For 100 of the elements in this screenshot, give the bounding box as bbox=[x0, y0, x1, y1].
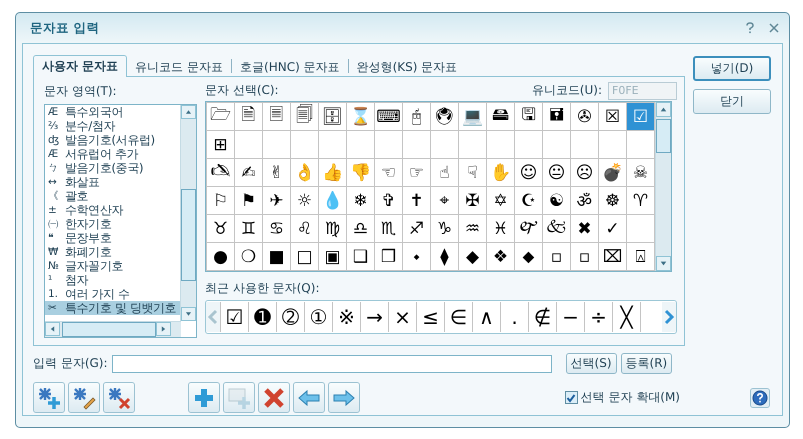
symbol-cell[interactable]: ⬩ bbox=[403, 243, 431, 271]
symbol-cell[interactable]: ✡ bbox=[487, 187, 515, 215]
input-field[interactable] bbox=[112, 354, 552, 372]
symbol-cell[interactable]: ❒ bbox=[375, 243, 403, 271]
scroll-down-icon[interactable] bbox=[656, 256, 671, 271]
symbol-cell[interactable]: ◆ bbox=[459, 243, 487, 271]
symbol-cell[interactable]: ✓ bbox=[599, 215, 627, 243]
symbol-cell[interactable]: ■ bbox=[263, 243, 291, 271]
symbol-cell[interactable]: ☪ bbox=[515, 187, 543, 215]
symbol-cell[interactable] bbox=[375, 131, 403, 159]
symbol-cell[interactable]: ✈ bbox=[263, 187, 291, 215]
category-item[interactable]: ± 수학연산자 bbox=[45, 203, 180, 217]
move-right-button[interactable] bbox=[328, 382, 360, 413]
category-item[interactable]: ₩ 화폐기호 bbox=[45, 245, 180, 259]
symbol-cell[interactable]: ⌨ bbox=[375, 103, 403, 131]
category-item[interactable]: 1. 여러 가지 수 bbox=[45, 287, 180, 301]
symbol-cell[interactable]: 💻 bbox=[459, 103, 487, 131]
symbol-cell[interactable]: ❄ bbox=[347, 187, 375, 215]
symbol-cell[interactable]: 🗏 bbox=[263, 103, 291, 131]
category-item[interactable]: ¹ 첨자 bbox=[45, 273, 180, 287]
category-item[interactable]: ✂ 특수기호 및 딩뱃기호 bbox=[45, 301, 180, 315]
symbol-cell[interactable]: 🙵 bbox=[543, 215, 571, 243]
symbol-cell[interactable]: ♊ bbox=[235, 215, 263, 243]
category-item[interactable]: ↔ 화살표 bbox=[45, 175, 180, 189]
symbol-cell[interactable]: 🖲 bbox=[431, 103, 459, 131]
category-item[interactable]: 《 괄호 bbox=[45, 189, 180, 203]
register-button[interactable]: 등록(R) bbox=[620, 353, 672, 374]
symbol-cell[interactable]: ♎ bbox=[347, 215, 375, 243]
symbol-cell[interactable]: 🗄 bbox=[319, 103, 347, 131]
symbol-cell[interactable]: ☺ bbox=[515, 159, 543, 187]
tab[interactable]: 사용자 문자표 bbox=[33, 55, 128, 77]
category-item[interactable]: ㄅ 발음기호(중국) bbox=[45, 161, 180, 175]
category-item[interactable]: Æ 특수외국어 bbox=[45, 105, 180, 119]
close-icon[interactable] bbox=[769, 23, 779, 33]
add-button[interactable] bbox=[188, 382, 220, 413]
symbol-cell[interactable]: ☼ bbox=[291, 187, 319, 215]
tab[interactable]: 호글(HNC) 문자표 bbox=[232, 58, 348, 76]
vertical-scrollbar[interactable] bbox=[180, 105, 196, 321]
symbol-cell[interactable]: ♓ bbox=[487, 215, 515, 243]
symbol-cell[interactable]: □ bbox=[291, 243, 319, 271]
symbol-cell[interactable] bbox=[459, 131, 487, 159]
symbol-cell[interactable]: ॐ bbox=[571, 187, 599, 215]
symbol-cell[interactable]: 🖴 bbox=[487, 103, 515, 131]
symbol-cell[interactable]: ✠ bbox=[459, 187, 487, 215]
symbol-cell[interactable]: ⧫ bbox=[431, 243, 459, 271]
scroll-right-icon[interactable] bbox=[662, 302, 676, 332]
symbol-cell[interactable] bbox=[263, 131, 291, 159]
symbol-cell[interactable]: ♏ bbox=[375, 215, 403, 243]
symbol-cell[interactable]: ✝ bbox=[403, 187, 431, 215]
help-button[interactable] bbox=[750, 388, 770, 408]
symbol-cell[interactable]: ☯ bbox=[543, 187, 571, 215]
checkbox[interactable] bbox=[564, 391, 578, 404]
category-item[interactable]: № 글자꼴기호 bbox=[45, 259, 180, 273]
symbol-cell[interactable]: ☝ bbox=[431, 159, 459, 187]
symbol-cell[interactable]: 😐 bbox=[543, 159, 571, 187]
symbol-cell[interactable]: ⬥ bbox=[515, 243, 543, 271]
symbol-cell[interactable]: ⚐ bbox=[207, 187, 235, 215]
symbol-cell[interactable]: ♑ bbox=[431, 215, 459, 243]
delete-button[interactable] bbox=[258, 382, 290, 413]
symbol-cell[interactable]: ● bbox=[207, 243, 235, 271]
symbol-cell[interactable]: ▣ bbox=[319, 243, 347, 271]
symbol-cell[interactable]: 🖫 bbox=[515, 103, 543, 131]
symbol-cell[interactable]: ♌ bbox=[291, 215, 319, 243]
scroll-left-icon[interactable] bbox=[45, 322, 60, 336]
symbol-cell[interactable] bbox=[291, 131, 319, 159]
help-icon[interactable] bbox=[745, 22, 755, 34]
symbol-cell[interactable]: ♒ bbox=[459, 215, 487, 243]
scroll-up-icon[interactable] bbox=[181, 105, 196, 119]
symbol-cell[interactable] bbox=[515, 131, 543, 159]
symbol-cell[interactable]: ♍ bbox=[319, 215, 347, 243]
scroll-right-icon[interactable] bbox=[156, 322, 171, 336]
symbol-cell[interactable] bbox=[319, 131, 347, 159]
symbol-cell[interactable]: 🗐 bbox=[291, 103, 319, 131]
symbol-cell[interactable]: ⌖ bbox=[431, 187, 459, 215]
move-left-button[interactable] bbox=[293, 382, 325, 413]
symbol-cell[interactable]: ☹ bbox=[571, 159, 599, 187]
add-symbol-button[interactable] bbox=[33, 382, 65, 413]
dialog-button[interactable]: 닫기 bbox=[693, 89, 771, 114]
symbol-cell[interactable]: 🗎 bbox=[235, 103, 263, 131]
vertical-scrollbar[interactable] bbox=[655, 102, 671, 271]
symbol-cell[interactable] bbox=[403, 131, 431, 159]
delete-symbol-button[interactable] bbox=[103, 382, 135, 413]
symbol-cell[interactable]: ❑ bbox=[347, 243, 375, 271]
symbol-cell[interactable]: ☜ bbox=[375, 159, 403, 187]
category-item[interactable]: Æ 서유럽어 추가 bbox=[45, 147, 180, 161]
symbol-cell[interactable]: ♋ bbox=[263, 215, 291, 243]
symbol-cell[interactable]: ♉ bbox=[207, 215, 235, 243]
symbol-grid[interactable]: 🗁 🗎 🗏 🗐 🗄 ⌛ ⌨ 🖰 🖲 💻 🖴 🖫 🖬 ✇ ☒ ☑ ⊞ 🖎 ✍ ✌ 👌 👍 👎 ☜ ☞ ☝ ☟ ✋ ☺ 😐 ☹ 💣 ☠ ⚐ ⚑ ✈ ☼ 💧 ❄ ✞ ✝ ⌖ ✠ ✡ ☪ ☯ ॐ ☸ ♈ ♉ ♊ ♋ ♌ ♍ ♎ ♏ ♐ ♑ ♒ ♓ 🙰 🙵 ✖ ✓ ● ❍ ■ □ ▣ ❑ ❒ ⬩ ⧫ ◆ ❖ ⬥ ▫ ▫ ⌧ ⍓ bbox=[205, 101, 672, 272]
symbol-cell[interactable]: ⊞ bbox=[207, 131, 235, 159]
symbol-cell[interactable] bbox=[543, 131, 571, 159]
symbol-cell[interactable]: ✍ bbox=[235, 159, 263, 187]
category-item[interactable]: ʤ 발음기호(서유럽) bbox=[45, 133, 180, 147]
symbol-cell[interactable]: ☸ bbox=[599, 187, 627, 215]
symbol-cell[interactable]: ♐ bbox=[403, 215, 431, 243]
symbol-cell[interactable] bbox=[599, 131, 627, 159]
symbol-cell[interactable]: ▫ bbox=[543, 243, 571, 271]
symbol-cell[interactable]: ✌ bbox=[263, 159, 291, 187]
category-item[interactable]: ❝ 문장부호 bbox=[45, 231, 180, 245]
symbol-cell[interactable]: 🗁 bbox=[207, 103, 235, 131]
scroll-thumb[interactable] bbox=[656, 119, 671, 153]
